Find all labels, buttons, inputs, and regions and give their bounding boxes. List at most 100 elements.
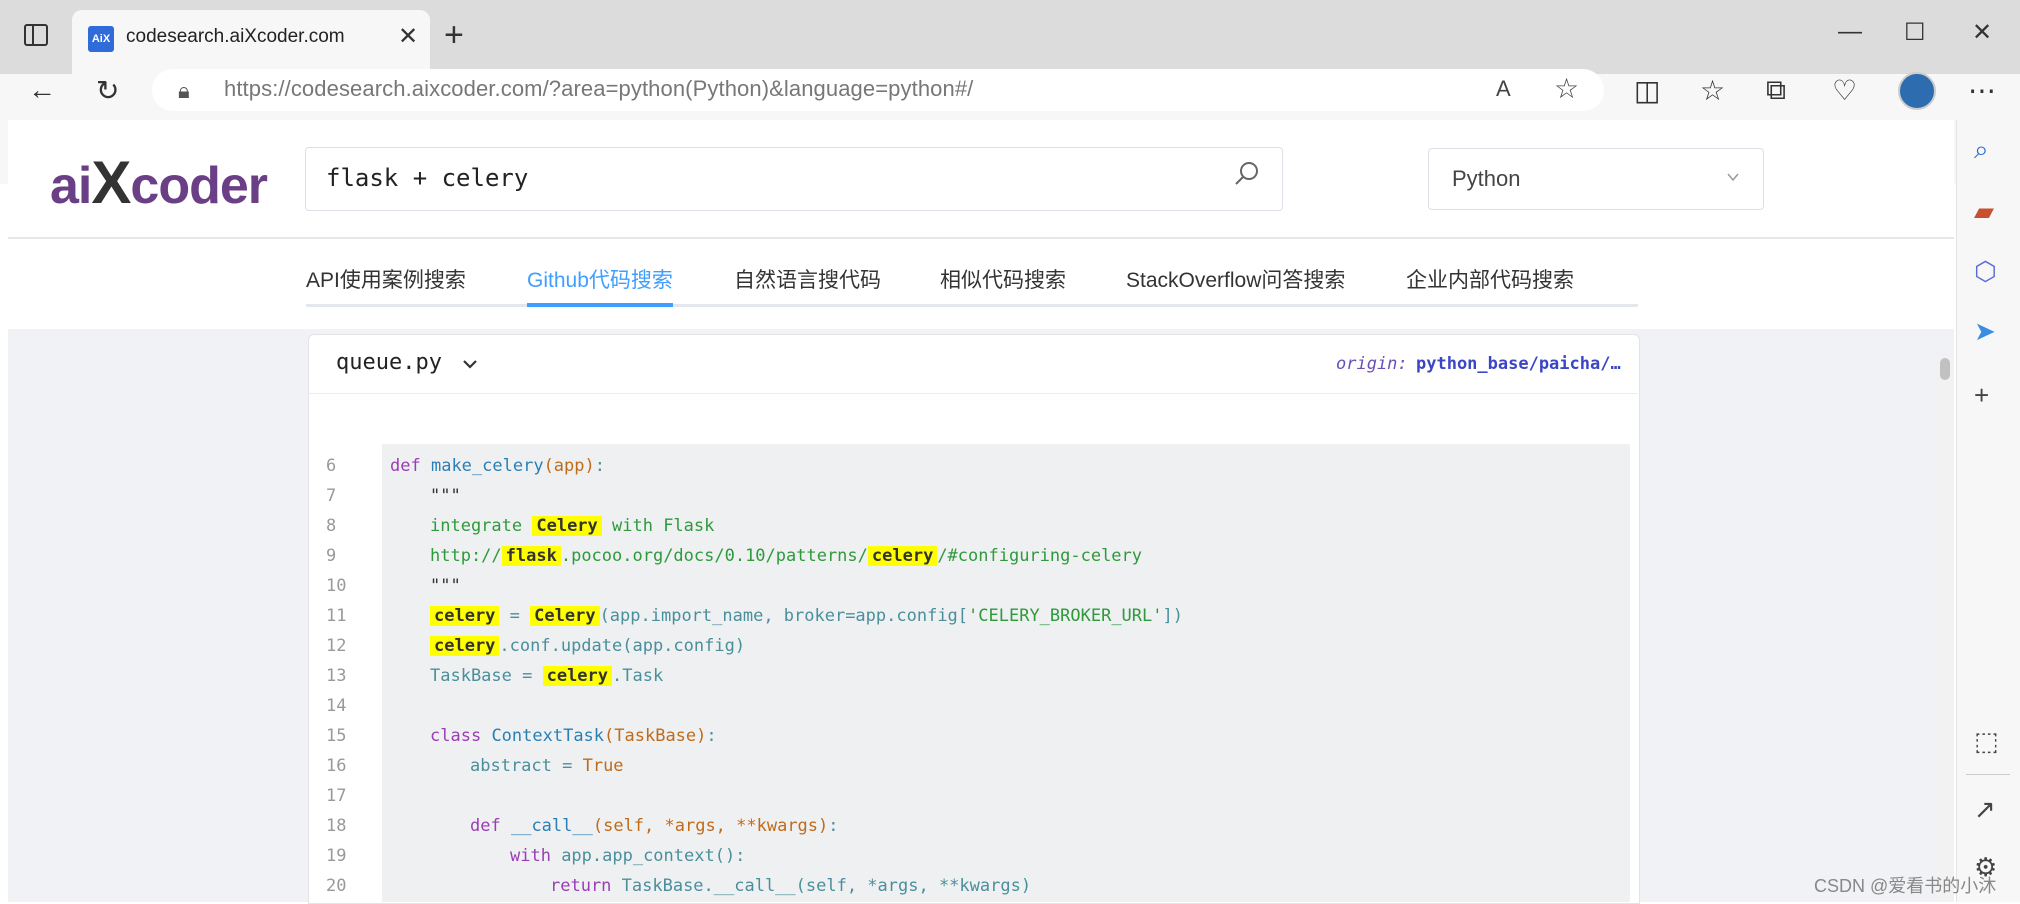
sidebar-screenshot-icon[interactable]: ⬚ [1974,726,1999,757]
sidebar-add-icon[interactable]: + [1974,380,1989,411]
code-keyword: return [550,876,612,896]
browser-sidebar [1956,120,2020,902]
search-input-value[interactable]: flask + celery [326,164,528,192]
browser-essentials-icon[interactable]: ♡ [1832,74,1857,107]
profile-avatar[interactable] [1898,72,1936,110]
code-line: return TaskBase.__call__(self, *args, **… [550,876,1031,896]
aixcoder-logo[interactable]: aiXcoder [50,148,268,217]
tabs-divider [306,304,1638,307]
refresh-icon[interactable]: ↻ [96,74,119,107]
code-docstring: with Flask [601,516,715,536]
sidebar-send-icon[interactable]: ➤ [1974,316,1996,347]
sidebar-tools-icon[interactable]: ▰ [1974,196,1994,227]
search-highlight: celery [542,666,613,686]
code-line: celery = Celery (app.import_name, broker=… [430,606,1183,626]
code-line: http://flask .pocoo.org/docs/0.10/pattern… [430,546,1142,566]
line-number: 16 [326,756,347,776]
line-number: 12 [326,636,347,656]
code-keyword: with [510,846,551,866]
sidebar-external-link-icon[interactable]: ↗ [1974,794,1996,825]
code-line: def make_celery(app): [390,456,605,476]
new-tab-icon[interactable]: + [444,18,464,52]
maximize-button[interactable]: ☐ [1904,18,1926,47]
collections-icon[interactable]: ⧉ [1766,74,1786,107]
code-text: = [499,606,531,626]
tab-github-code[interactable]: Github代码搜索 [527,264,673,294]
split-screen-icon[interactable]: ◫ [1634,74,1660,107]
read-aloud-icon[interactable]: A [1496,76,1511,102]
back-icon[interactable]: ← [28,74,56,106]
tab-api-usage[interactable]: API使用案例搜索 [306,264,466,294]
more-menu-icon[interactable]: ⋯ [1968,74,1996,107]
language-select-value[interactable]: Python [1452,166,1521,192]
origin-label: origin: [1336,354,1408,374]
line-number: 13 [326,666,347,686]
code-params: (self, *args, **kwargs) [592,816,829,836]
code-line: with app.app_context(): [510,846,745,866]
code-function: make_celery [430,456,544,476]
tab-natural-language[interactable]: 自然语言搜代码 [734,264,881,294]
code-constant: True [582,756,624,776]
code-params: (TaskBase) [604,726,707,746]
line-number: 6 [326,456,337,476]
logo-text-ai: ai [50,157,92,215]
origin-link[interactable]: python_base/paicha/… [1416,354,1621,374]
result-file-name[interactable]: queue.py [336,350,442,375]
search-highlight: celery [430,606,500,626]
code-line: class ContextTask(TaskBase): [430,726,717,746]
code-line: def __call__(self, *args, **kwargs): [470,816,839,836]
sidebar-divider [1966,774,2010,775]
code-text: app.app_context(): [550,846,746,866]
code-text: TaskBase = [430,666,543,686]
code-docstring: integrate [430,516,533,536]
code-line: celery .conf.update(app.config) [430,636,745,656]
line-number: 19 [326,846,347,866]
code-text: abstract = [470,756,583,776]
active-tab-indicator [527,303,673,307]
line-number: 10 [326,576,347,596]
tab-enterprise-code[interactable]: 企业内部代码搜索 [1406,264,1574,294]
code-class-name: ContextTask [491,726,605,746]
search-highlight: celery [867,546,938,566]
code-keyword: def [390,456,421,476]
chevron-down-icon[interactable] [1726,170,1740,184]
code-params: (app) [543,456,595,476]
code-line: abstract = True [470,756,624,776]
code-text: : [828,816,839,836]
line-number: 14 [326,696,347,716]
code-docstring: """ [430,486,461,506]
code-text: ]) [1162,606,1183,626]
code-keyword: class [430,726,482,746]
tab-stackoverflow[interactable]: StackOverflow问答搜索 [1126,264,1345,294]
line-number: 9 [326,546,337,566]
favorites-icon[interactable]: ☆ [1700,74,1725,107]
search-icon[interactable] [1234,160,1260,186]
minimize-button[interactable]: — [1838,18,1862,46]
logo-text-coder: coder [130,157,268,215]
watermark: CSDN @爱看书的小沐 [1814,876,1997,896]
code-text: : [594,456,605,476]
close-window-button[interactable]: ✕ [1972,18,1992,47]
tab-actions-icon[interactable] [24,24,48,46]
chevron-down-icon[interactable] [462,356,478,372]
favorite-star-icon[interactable]: ☆ [1554,72,1579,105]
code-docstring: .pocoo.org/docs/0.10/patterns/ [560,546,868,566]
line-number: 7 [326,486,337,506]
code-function: __call__ [510,816,593,836]
page-scrollbar[interactable] [1938,356,1952,902]
sidebar-office-icon[interactable]: ⬡ [1974,256,1997,287]
card-divider [309,393,1638,394]
search-highlight: flask [501,546,561,566]
page-scrollbar-thumb[interactable] [1940,358,1950,380]
tab-close-icon[interactable]: ✕ [398,22,418,51]
url-text[interactable]: https://codesearch.aixcoder.com/?area=py… [224,76,973,102]
search-highlight: Celery [530,606,600,626]
lock-icon[interactable]: 🔒︎ [178,78,190,104]
code-line: TaskBase = celery .Task [430,666,663,686]
tab-title: codesearch.aiXcoder.com [126,26,345,47]
line-number: 20 [326,876,347,896]
sidebar-search-icon[interactable]: ⌕ [1974,134,1989,166]
tab-similar-code[interactable]: 相似代码搜索 [940,264,1066,294]
line-number: 11 [326,606,347,626]
search-highlight: celery [430,636,500,656]
